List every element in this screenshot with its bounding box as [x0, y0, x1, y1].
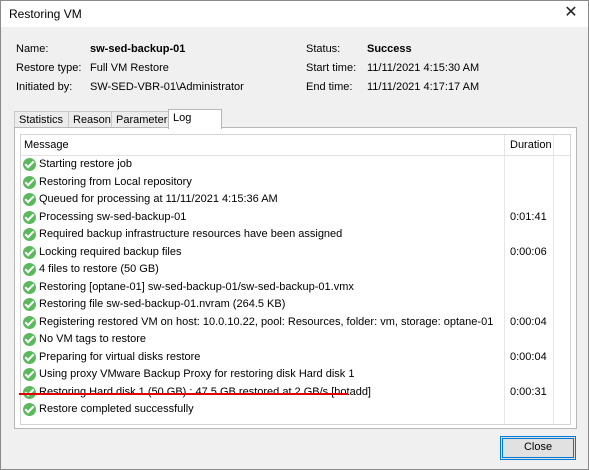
log-header: Message Duration [21, 135, 570, 156]
log-row[interactable]: Restoring file sw-sed-backup-01.nvram (2… [21, 296, 570, 313]
restoring-vm-dialog: Restoring VM ✕ Name: sw-sed-backup-01 Re… [0, 0, 589, 470]
success-check-icon [23, 385, 36, 399]
success-check-icon [23, 228, 36, 241]
success-check-icon [23, 333, 36, 346]
log-row[interactable]: Starting restore job [21, 156, 570, 173]
success-check-icon [23, 368, 36, 381]
log-row[interactable]: Restoring [optane-01] sw-sed-backup-01/s… [21, 279, 570, 296]
log-message: Restoring [optane-01] sw-sed-backup-01/s… [39, 280, 354, 293]
success-check-icon [23, 245, 36, 259]
log-message: Restoring from Local repository [39, 175, 192, 188]
log-message: Locking required backup files [39, 245, 182, 258]
log-row[interactable]: Required backup infrastructure resources… [21, 226, 570, 243]
log-message: Using proxy VMware Backup Proxy for rest… [39, 368, 355, 380]
log-row[interactable]: Processing sw-sed-backup-01 0:01:41 [21, 209, 570, 226]
end-time-value: 11/11/2021 4:17:17 AM [367, 81, 480, 93]
start-time-label: Start time: [306, 62, 357, 74]
log-row[interactable]: Using proxy VMware Backup Proxy for rest… [21, 366, 570, 383]
log-grid[interactable]: Message Duration Starting restore job Res… [20, 134, 571, 425]
success-check-icon [23, 175, 36, 189]
log-row[interactable]: Locking required backup files 0:00:06 [21, 244, 570, 261]
success-check-icon [23, 210, 36, 224]
duration-column-header[interactable]: Duration [510, 139, 552, 151]
log-row[interactable]: Queued for processing at 11/11/2021 4:15… [21, 191, 570, 208]
log-row[interactable]: Restoring from Local repository [21, 174, 570, 191]
initiated-by-value: SW-SED-VBR-01\Administrator [90, 81, 244, 93]
status-value: Success [367, 43, 412, 55]
log-message: Restoring file sw-sed-backup-01.nvram (2… [39, 298, 286, 310]
tab-reason[interactable]: Reason [68, 111, 113, 128]
log-message: Starting restore job [39, 158, 132, 170]
initiated-by-label: Initiated by: [16, 81, 73, 93]
name-label: Name: [16, 43, 49, 55]
success-check-icon [23, 280, 36, 294]
log-message: Preparing for virtual disks restore [39, 350, 201, 363]
message-column-header[interactable]: Message [24, 139, 69, 151]
log-panel: Message Duration Starting restore job Res… [14, 127, 577, 429]
highlight-underline [19, 393, 348, 395]
start-time-value: 11/11/2021 4:15:30 AM [367, 62, 480, 74]
log-message: Required backup infrastructure resources… [39, 228, 343, 240]
success-check-icon [23, 315, 36, 329]
tab-parameters[interactable]: Parameters [111, 111, 174, 128]
log-duration: 0:00:31 [510, 385, 547, 398]
log-duration: 0:00:04 [510, 350, 547, 363]
restore-type-value: Full VM Restore [90, 62, 169, 74]
log-row[interactable]: No VM tags to restore [21, 331, 570, 348]
success-check-icon [23, 403, 36, 416]
resize-grip-icon[interactable] [575, 456, 585, 466]
success-check-icon [23, 350, 36, 364]
end-time-label: End time: [306, 81, 353, 93]
log-message: No VM tags to restore [39, 333, 146, 345]
log-message: Restore completed successfully [39, 403, 194, 415]
success-check-icon [23, 158, 36, 171]
log-row[interactable]: Preparing for virtual disks restore 0:00:… [21, 349, 570, 366]
success-check-icon [23, 263, 36, 276]
log-duration: 0:00:06 [510, 245, 547, 258]
log-duration: 0:01:41 [510, 210, 547, 223]
log-message: Registering restored VM on host: 10.0.10… [39, 315, 494, 328]
success-check-icon [23, 193, 36, 206]
close-icon[interactable]: ✕ [560, 3, 582, 23]
log-message: Restoring Hard disk 1 (50 GB) : 47.5 GB … [39, 385, 371, 398]
log-row[interactable]: Registering restored VM on host: 10.0.10… [21, 314, 570, 331]
status-label: Status: [306, 43, 341, 55]
name-value: sw-sed-backup-01 [90, 43, 186, 55]
window-title: Restoring VM [9, 7, 82, 21]
log-row[interactable]: Restoring Hard disk 1 (50 GB) : 47.5 GB … [21, 384, 570, 401]
title-bar: Restoring VM ✕ [1, 1, 588, 27]
tab-log[interactable]: Log [168, 109, 222, 129]
log-message: Processing sw-sed-backup-01 [39, 210, 187, 223]
log-message: Queued for processing at 11/11/2021 4:15… [39, 193, 278, 205]
log-duration: 0:00:04 [510, 315, 547, 328]
log-row[interactable]: Restore completed successfully [21, 401, 570, 418]
restore-type-label: Restore type: [16, 62, 82, 74]
close-button[interactable]: Close [500, 436, 576, 460]
tab-statistics[interactable]: Statistics [14, 111, 70, 128]
log-row[interactable]: 4 files to restore (50 GB) [21, 261, 570, 278]
log-message: 4 files to restore (50 GB) [39, 263, 159, 275]
success-check-icon [23, 298, 36, 311]
